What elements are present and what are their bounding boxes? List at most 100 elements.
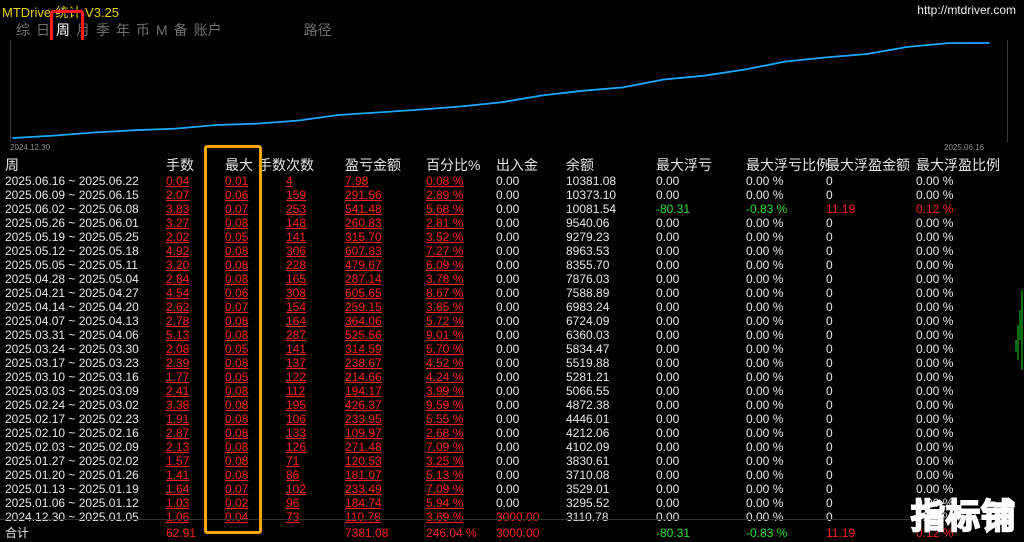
cell-trades: 141 <box>286 230 307 244</box>
cell-fp_pct: 0.00 % <box>916 216 954 230</box>
cell-week: 2025.02.10 ~ 2025.02.16 <box>5 426 139 440</box>
cell-io: 0.00 <box>496 216 520 230</box>
table-row: 2025.03.10 ~ 2025.03.16 1.77 0.05 122 214.66… <box>0 370 1012 384</box>
cell-lots: 1.64 <box>166 482 190 496</box>
table-row: 2025.04.21 ~ 2025.04.27 4.54 0.06 308 605.65… <box>0 286 1012 300</box>
cell-lots: 1.77 <box>166 370 190 384</box>
site-link[interactable]: http://mtdriver.com <box>917 3 1016 17</box>
table-body: 2025.06.16 ~ 2025.06.22 0.04 0.01 4 7.98 0.08… <box>0 174 1012 524</box>
cell-dd_pct: 0.00 % <box>746 454 784 468</box>
cell-fp_pct: 0.00 % <box>916 440 954 454</box>
cell-dd_pct: 0.00 % <box>746 412 784 426</box>
tab-1[interactable]: 日 <box>33 19 53 41</box>
cell-fp: 0 <box>826 412 833 426</box>
cell-io: 0.00 <box>496 202 520 216</box>
cell-week: 2025.05.12 ~ 2025.05.18 <box>5 244 139 258</box>
tab-6[interactable]: 币 <box>133 19 153 41</box>
tab-0[interactable]: 综 <box>13 19 33 41</box>
balance-point <box>540 94 543 97</box>
tab-4[interactable]: 季 <box>93 19 113 41</box>
cell-week: 2025.03.10 ~ 2025.03.16 <box>5 370 139 384</box>
cell-fp_pct: 0.00 % <box>916 244 954 258</box>
cell-week: 2025.06.02 ~ 2025.06.08 <box>5 202 139 216</box>
cell-trades: 4 <box>286 174 293 188</box>
cell-dd_pct: 0.00 % <box>746 510 784 524</box>
cell-dd_pct: 0.00 % <box>746 468 784 482</box>
cell-fp: 0 <box>826 398 833 412</box>
tab-10[interactable]: 路径 <box>301 19 335 41</box>
cell-fp: 0 <box>826 174 833 188</box>
balance-chart <box>10 40 1008 142</box>
cell-io: 0.00 <box>496 188 520 202</box>
cell-dd_pct: 0.00 % <box>746 300 784 314</box>
tab-7[interactable]: M <box>153 19 171 41</box>
cell-fp: 0 <box>826 468 833 482</box>
cell-fp_pct: 0.00 % <box>916 230 954 244</box>
cell-pnl: 233.49 <box>345 482 382 496</box>
cell-fp_pct: 0.12 % <box>916 202 954 216</box>
cell-dd_pct: 0.00 % <box>746 496 784 510</box>
cell-week: 2025.04.28 ~ 2025.05.04 <box>5 272 139 286</box>
cell-pct: 5.68 % <box>426 202 464 216</box>
cell-dd: 0.00 <box>656 272 680 286</box>
cell-dd: 0.00 <box>656 174 680 188</box>
cell-dd_pct: 0.00 % <box>746 314 784 328</box>
cell-pnl: 194.17 <box>345 384 382 398</box>
tab-3[interactable]: 月 <box>73 19 93 41</box>
cell-dd: 0.00 <box>656 398 680 412</box>
table-row: 2025.03.03 ~ 2025.03.09 2.41 0.08 112 194.17… <box>0 384 1012 398</box>
cell-fp: 11.19 <box>826 202 856 216</box>
cell-dd: 0.00 <box>656 342 680 356</box>
balance-point <box>296 119 299 122</box>
tab-5[interactable]: 年 <box>113 19 133 41</box>
cell-io: 0.00 <box>496 286 520 300</box>
cell-dd: 0.00 <box>656 370 680 384</box>
cell-pnl: 238.67 <box>345 356 382 370</box>
cell-fp_pct: 0.00 % <box>916 174 954 188</box>
tab-9[interactable]: 账户 <box>191 19 225 41</box>
right-mini-chart <box>1012 40 1024 540</box>
cell-io: 0.00 <box>496 314 520 328</box>
cell-pct: 8.67 % <box>426 286 464 300</box>
cell-trades: 148 <box>286 216 307 230</box>
cell-balance: 3110.78 <box>566 510 609 524</box>
cell-pnl: 541.48 <box>345 202 382 216</box>
cell-trades: 96 <box>286 496 300 510</box>
tab-2[interactable]: 周 <box>53 19 73 41</box>
cell-io: 0.00 <box>496 440 520 454</box>
cell-trades: 228 <box>286 258 307 272</box>
cell-lots: 2.13 <box>166 440 190 454</box>
cell-fp_pct: 0.00 % <box>916 398 954 412</box>
cell-balance: 3710.08 <box>566 468 610 482</box>
cell-lots: 2.87 <box>166 426 190 440</box>
cell-pct: 2.89 % <box>426 188 464 202</box>
cell-max: 0.08 <box>225 244 249 258</box>
chart-end-date: 2025.06.16 <box>944 143 985 152</box>
cell-io: 0.00 <box>496 412 520 426</box>
cell-lots: 4.54 <box>166 286 190 300</box>
cell-week: 2025.01.20 ~ 2025.01.26 <box>5 468 139 482</box>
cell-dd: 0.00 <box>656 230 680 244</box>
balance-point <box>52 134 55 137</box>
cell-pct: 4.52 % <box>426 356 464 370</box>
cell-max: 0.08 <box>225 328 249 342</box>
tab-8[interactable]: 备 <box>171 19 191 41</box>
header-max-fp: 最大浮盈金额 <box>826 157 910 173</box>
cell-lots: 1.41 <box>166 468 190 482</box>
cell-io: 0.00 <box>496 370 520 384</box>
cell-max: 0.08 <box>225 384 249 398</box>
balance-point <box>12 137 14 139</box>
balance-point <box>703 74 706 77</box>
cell-max: 0.07 <box>225 482 249 496</box>
cell-balance: 7588.89 <box>566 286 610 300</box>
cell-max: 0.08 <box>225 356 249 370</box>
header-pnl: 盈亏金额 <box>345 157 401 173</box>
cell-pct: 7.09 % <box>426 440 464 454</box>
cell-max: 0.08 <box>225 440 249 454</box>
cell-fp_pct: 0.00 % <box>916 412 954 426</box>
cell-pct: 3.52 % <box>426 230 464 244</box>
cell-balance: 5519.88 <box>566 356 610 370</box>
cell-balance: 10373.10 <box>566 188 617 202</box>
cell-pnl: 214.66 <box>345 370 382 384</box>
cell-io: 0.00 <box>496 398 520 412</box>
